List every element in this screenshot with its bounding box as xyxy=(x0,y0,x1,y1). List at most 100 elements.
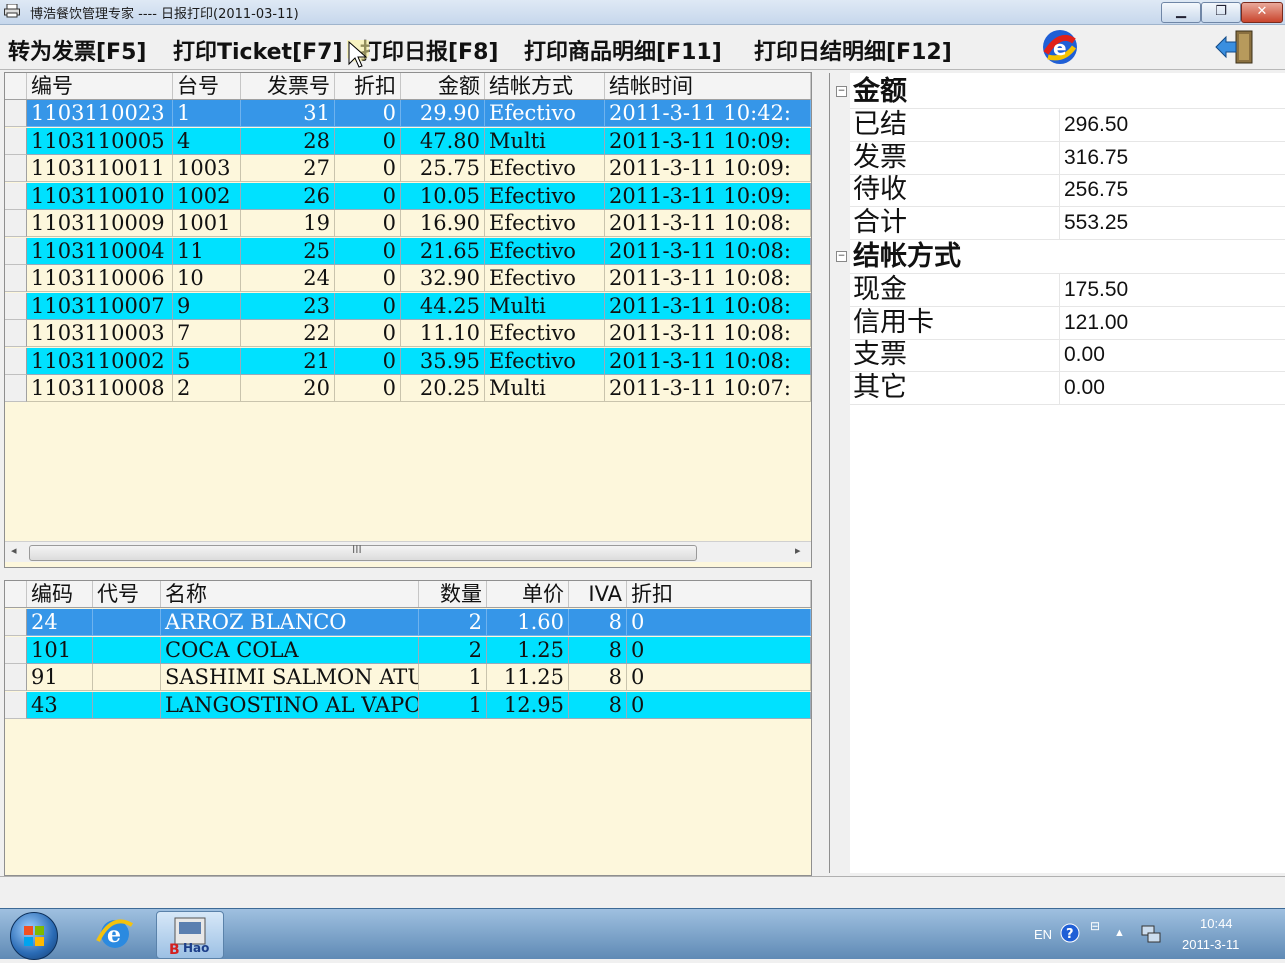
cell-number[interactable]: 1103110002 xyxy=(27,347,173,375)
close-button[interactable]: ✕ xyxy=(1241,2,1283,23)
cell-payment-method[interactable]: Multi xyxy=(485,375,605,402)
cell-discount[interactable]: 0 xyxy=(627,609,811,636)
cell-alias[interactable] xyxy=(93,691,161,719)
property-value[interactable]: 121.00 xyxy=(1059,305,1128,339)
cell-table[interactable]: 10 xyxy=(173,265,241,292)
invoice-row[interactable]: 1103110007 9 23 0 44.25 Multi 2011-3-11 10:08: xyxy=(5,292,811,320)
cell-amount[interactable]: 16.90 xyxy=(401,210,485,237)
property-value[interactable]: 256.75 xyxy=(1059,173,1128,207)
item-row[interactable]: 101 COCA COLA 2 1.25 8 0 xyxy=(5,636,811,664)
cell-invoice-no[interactable]: 19 xyxy=(241,210,335,237)
cell-number[interactable]: 1103110005 xyxy=(27,127,173,155)
cell-quantity[interactable]: 2 xyxy=(419,609,487,636)
cell-close-time[interactable]: 2011-3-11 10:09: xyxy=(605,182,811,210)
collapse-payment-icon[interactable]: − xyxy=(836,251,847,262)
print-ticket-button[interactable]: 打印Ticket[F7] xyxy=(173,34,343,66)
property-row[interactable]: 发票 316.75 xyxy=(850,140,1285,175)
cell-discount[interactable]: 0 xyxy=(335,100,401,127)
help-icon[interactable]: ? xyxy=(1060,923,1080,943)
cell-amount[interactable]: 32.90 xyxy=(401,265,485,292)
row-header[interactable] xyxy=(5,210,27,237)
cell-payment-method[interactable]: Multi xyxy=(485,292,605,320)
col-item-discount[interactable]: 折扣 xyxy=(627,581,811,607)
row-header[interactable] xyxy=(5,347,27,375)
cell-amount[interactable]: 44.25 xyxy=(401,292,485,320)
cell-iva[interactable]: 8 xyxy=(569,636,627,664)
invoice-row[interactable]: 1103110003 7 22 0 11.10 Efectivo 2011-3-11 10:… xyxy=(5,320,811,347)
cell-payment-method[interactable]: Efectivo xyxy=(485,320,605,347)
cell-code[interactable]: 101 xyxy=(27,636,93,664)
col-number[interactable]: 编号 xyxy=(27,73,173,99)
cell-discount[interactable]: 0 xyxy=(335,347,401,375)
cell-amount[interactable]: 10.05 xyxy=(401,182,485,210)
property-row[interactable]: 合计 553.25 xyxy=(850,206,1285,241)
cell-close-time[interactable]: 2011-3-11 10:09: xyxy=(605,127,811,155)
scroll-right-icon[interactable]: ▸ xyxy=(795,544,801,557)
invoice-row[interactable]: 1103110010 1002 26 0 10.05 Efectivo 2011-3-11 … xyxy=(5,182,811,210)
col-name[interactable]: 名称 xyxy=(161,581,419,607)
tray-expand-icon[interactable]: ▲ xyxy=(1114,927,1125,939)
col-iva[interactable]: IVA xyxy=(569,581,627,607)
property-row[interactable]: 已结 296.50 xyxy=(850,108,1285,142)
cell-number[interactable]: 1103110003 xyxy=(27,320,173,347)
cell-payment-method[interactable]: Multi xyxy=(485,127,605,155)
row-header[interactable] xyxy=(5,636,27,664)
item-row[interactable]: 43 LANGOSTINO AL VAPOR 1 12.95 8 0 xyxy=(5,691,811,719)
cell-close-time[interactable]: 2011-3-11 10:09: xyxy=(605,155,811,182)
cell-discount[interactable]: 0 xyxy=(335,292,401,320)
clock-date[interactable]: 2011-3-11 xyxy=(1182,937,1239,952)
cell-alias[interactable] xyxy=(93,636,161,664)
property-row[interactable]: 其它 0.00 xyxy=(850,371,1285,406)
row-header[interactable] xyxy=(5,292,27,320)
app-taskbar-button[interactable]: B Hao xyxy=(156,911,224,959)
print-item-detail-button[interactable]: 打印商品明细[F11] xyxy=(524,34,722,66)
property-value[interactable]: 0.00 xyxy=(1059,338,1105,372)
cell-table[interactable]: 5 xyxy=(173,347,241,375)
cell-close-time[interactable]: 2011-3-11 10:08: xyxy=(605,347,811,375)
cell-close-time[interactable]: 2011-3-11 10:08: xyxy=(605,265,811,292)
cell-discount[interactable]: 0 xyxy=(627,664,811,691)
cell-discount[interactable]: 0 xyxy=(335,237,401,265)
col-close-time[interactable]: 结帐时间 xyxy=(605,73,811,99)
cell-close-time[interactable]: 2011-3-11 10:08: xyxy=(605,210,811,237)
cell-amount[interactable]: 47.80 xyxy=(401,127,485,155)
cell-invoice-no[interactable]: 25 xyxy=(241,237,335,265)
row-header[interactable] xyxy=(5,127,27,155)
cell-close-time[interactable]: 2011-3-11 10:08: xyxy=(605,237,811,265)
row-header[interactable] xyxy=(5,265,27,292)
minimize-button[interactable]: ▁ xyxy=(1161,2,1201,23)
cell-payment-method[interactable]: Efectivo xyxy=(485,210,605,237)
property-row[interactable]: 支票 0.00 xyxy=(850,338,1285,373)
network-icon[interactable] xyxy=(1140,923,1162,945)
item-row[interactable]: 24 ARROZ BLANCO 2 1.60 8 0 xyxy=(5,609,811,636)
cell-table[interactable]: 2 xyxy=(173,375,241,402)
cell-unit-price[interactable]: 1.25 xyxy=(487,636,569,664)
category-payment[interactable]: 结帐方式 xyxy=(850,240,1285,274)
cell-table[interactable]: 1002 xyxy=(173,182,241,210)
scroll-thumb[interactable]: III xyxy=(29,543,697,561)
cell-amount[interactable]: 11.10 xyxy=(401,320,485,347)
invoice-row[interactable]: 1103110023 1 31 0 29.90 Efectivo 2011-3-11 10:… xyxy=(5,100,811,127)
cell-discount[interactable]: 0 xyxy=(627,636,811,664)
cell-name[interactable]: COCA COLA xyxy=(161,636,419,664)
cell-invoice-no[interactable]: 27 xyxy=(241,155,335,182)
cell-invoice-no[interactable]: 28 xyxy=(241,127,335,155)
cell-invoice-no[interactable]: 24 xyxy=(241,265,335,292)
collapse-amount-icon[interactable]: − xyxy=(836,86,847,97)
invoice-row[interactable]: 1103110009 1001 19 0 16.90 Efectivo 2011-3-11 … xyxy=(5,210,811,237)
exit-icon[interactable] xyxy=(1214,29,1256,65)
row-header[interactable] xyxy=(5,609,27,636)
cell-amount[interactable]: 20.25 xyxy=(401,375,485,402)
cell-code[interactable]: 43 xyxy=(27,691,93,719)
cell-invoice-no[interactable]: 31 xyxy=(241,100,335,127)
cell-payment-method[interactable]: Efectivo xyxy=(485,237,605,265)
property-row[interactable]: 现金 175.50 xyxy=(850,273,1285,307)
property-row[interactable]: 待收 256.75 xyxy=(850,173,1285,208)
cell-invoice-no[interactable]: 21 xyxy=(241,347,335,375)
cell-quantity[interactable]: 1 xyxy=(419,691,487,719)
row-header[interactable] xyxy=(5,100,27,127)
col-discount[interactable]: 折扣 xyxy=(335,73,401,99)
invoice-row[interactable]: 1103110005 4 28 0 47.80 Multi 2011-3-11 10:09: xyxy=(5,127,811,155)
cell-payment-method[interactable]: Efectivo xyxy=(485,265,605,292)
invoice-hscrollbar[interactable]: ◂ III ▸ xyxy=(5,541,811,562)
